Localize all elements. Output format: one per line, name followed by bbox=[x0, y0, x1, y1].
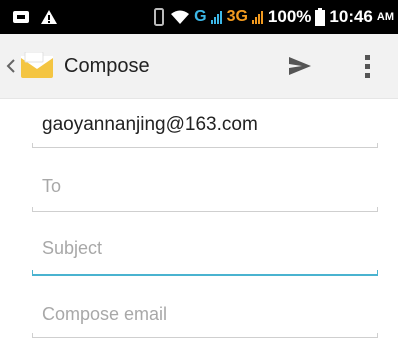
from-address: gaoyannanjing@163.com bbox=[42, 114, 258, 135]
more-vert-icon bbox=[364, 54, 370, 60]
system-status: G 3G 100% 10:46 AM bbox=[152, 0, 394, 34]
clock-ampm: AM bbox=[376, 11, 394, 23]
network-type-2: 3G bbox=[226, 8, 248, 25]
clock: 10:46 bbox=[329, 7, 373, 26]
vibrate-icon bbox=[154, 8, 165, 26]
send-icon bbox=[289, 57, 311, 75]
send-button[interactable] bbox=[284, 50, 316, 82]
body-underline bbox=[32, 333, 378, 338]
battery-icon bbox=[315, 8, 326, 26]
overflow-menu-button[interactable] bbox=[356, 48, 378, 84]
signal-1-icon bbox=[210, 11, 222, 24]
page-title: Compose bbox=[64, 55, 150, 77]
action-bar: Compose bbox=[0, 34, 398, 99]
wifi-icon bbox=[171, 10, 190, 24]
body-field[interactable]: Compose email bbox=[32, 294, 378, 338]
to-underline bbox=[32, 207, 378, 212]
email-app-icon bbox=[21, 52, 53, 78]
from-underline bbox=[32, 143, 378, 148]
from-field[interactable]: gaoyannanjing@163.com bbox=[32, 108, 378, 148]
body-placeholder: Compose email bbox=[42, 304, 168, 324]
network-type-1: G bbox=[194, 8, 207, 25]
signal-2-icon bbox=[251, 11, 263, 24]
subject-placeholder: Subject bbox=[42, 238, 103, 258]
to-field[interactable]: To bbox=[32, 166, 378, 212]
subject-field[interactable]: Subject bbox=[32, 230, 378, 276]
warning-icon bbox=[41, 10, 57, 24]
subject-underline bbox=[32, 270, 378, 276]
to-placeholder: To bbox=[42, 176, 62, 196]
status-bar: G 3G 100% 10:46 AM bbox=[0, 0, 398, 34]
battery-percent: 100% bbox=[267, 7, 312, 26]
message-notification-icon bbox=[13, 11, 29, 23]
chevron-left-icon bbox=[6, 59, 15, 73]
notification-icons bbox=[12, 0, 58, 34]
